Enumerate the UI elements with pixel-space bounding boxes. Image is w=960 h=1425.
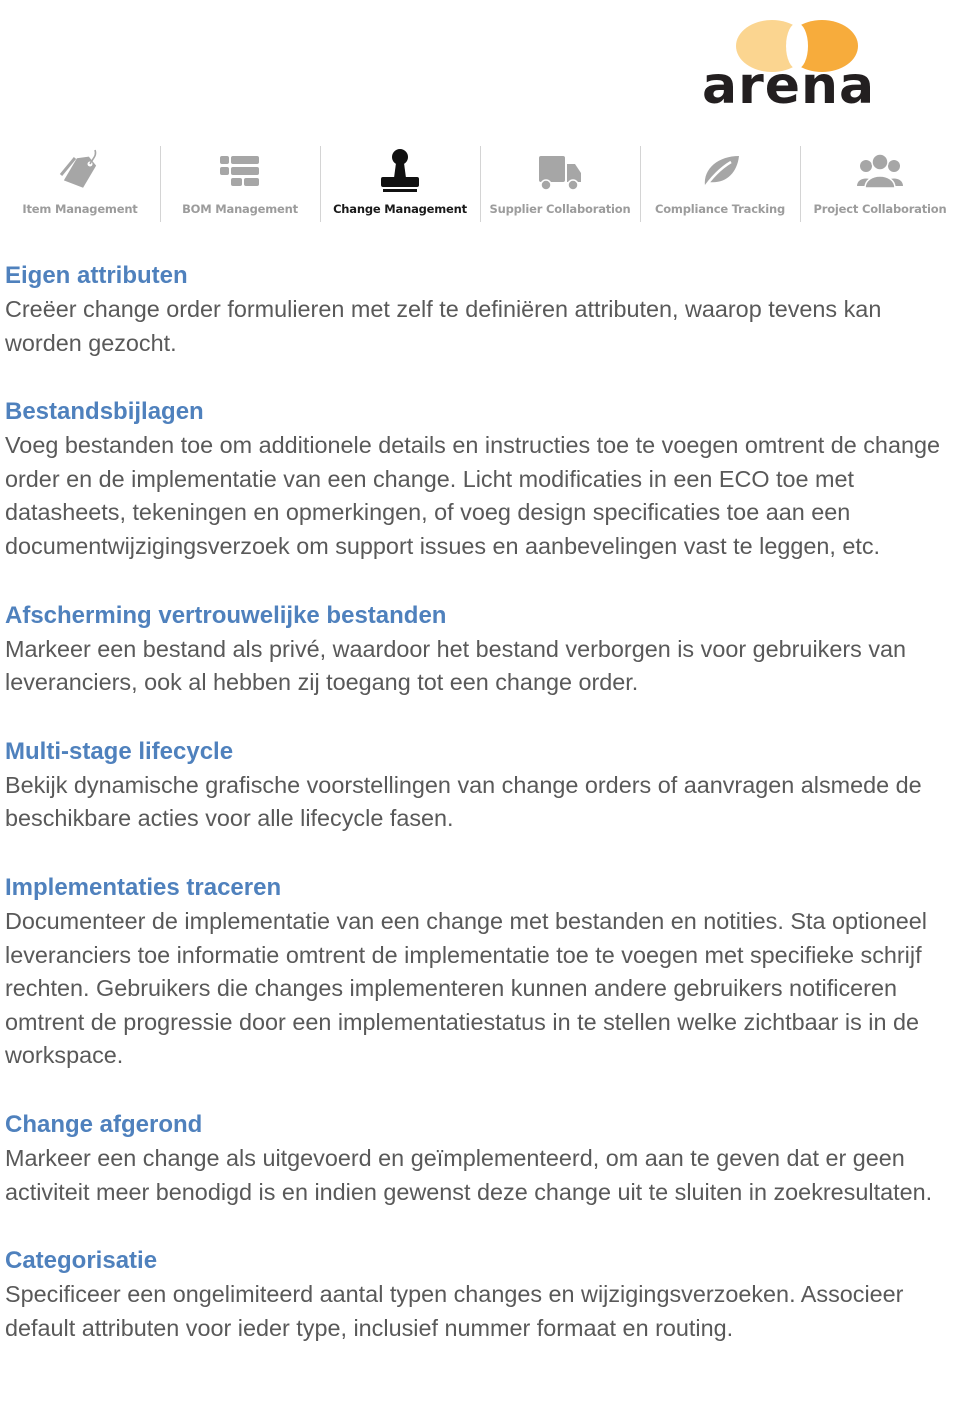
feature-section: Implementaties traceren Documenteer de i… bbox=[5, 871, 960, 1073]
nav-item-compliance-tracking[interactable]: Compliance Tracking bbox=[640, 140, 800, 225]
nav-label: Item Management bbox=[22, 202, 138, 216]
section-heading: Implementaties traceren bbox=[5, 873, 282, 901]
leaf-icon bbox=[701, 156, 739, 191]
nav-label: Project Collaboration bbox=[813, 202, 947, 216]
nav-item-project-collaboration[interactable]: Project Collaboration bbox=[800, 140, 960, 225]
bom-list-icon bbox=[220, 156, 259, 186]
section-body: Markeer een change als uitgevoerd en geï… bbox=[5, 1144, 933, 1205]
feature-section: Change afgerond Markeer een change als u… bbox=[5, 1108, 960, 1209]
nav-item-change-management[interactable]: Change Management bbox=[320, 140, 480, 225]
section-body: Markeer een bestand als privé, waardoor … bbox=[5, 635, 907, 696]
section-body: Voeg bestanden toe om additionele detail… bbox=[5, 432, 940, 559]
section-heading: Afscherming vertrouwelijke bestanden bbox=[5, 601, 447, 629]
feature-section: Multi-stage lifecycle Bekijk dynamische … bbox=[5, 735, 960, 836]
stamp-icon bbox=[381, 149, 419, 192]
feature-section: Afscherming vertrouwelijke bestanden Mar… bbox=[5, 599, 960, 700]
truck-icon bbox=[539, 156, 581, 191]
nav-label: Compliance Tracking bbox=[654, 202, 786, 216]
feature-section: Eigen attributen Creëer change order for… bbox=[5, 259, 960, 360]
feature-list: Eigen attributen Creëer change order for… bbox=[5, 259, 960, 1380]
users-icon bbox=[857, 153, 903, 189]
nav-item-supplier-collaboration[interactable]: Supplier Collaboration bbox=[480, 140, 640, 225]
section-heading: Eigen attributen bbox=[5, 262, 188, 289]
nav-item-item-management[interactable]: Item Management bbox=[0, 140, 160, 225]
feature-section: Categorisatie Specificeer een ongelimite… bbox=[5, 1244, 960, 1345]
section-body: Bekijk dynamische grafische voorstelling… bbox=[5, 771, 922, 832]
section-heading: Bestandsbijlagen bbox=[5, 398, 204, 426]
tag-icon bbox=[59, 149, 97, 188]
section-heading: Multi-stage lifecycle bbox=[5, 737, 234, 765]
section-heading: Change afgerond bbox=[5, 1110, 203, 1138]
section-body: Creëer change order formulieren met zelf… bbox=[5, 296, 882, 356]
product-nav: Item Management BOM Management Change Ma… bbox=[0, 140, 960, 225]
logo-wordmark: arena bbox=[702, 56, 876, 116]
section-body: Documenteer de implementatie van een cha… bbox=[5, 907, 927, 1069]
section-body: Specificeer een ongelimiteerd aantal typ… bbox=[5, 1281, 904, 1341]
feature-section: Bestandsbijlagen Voeg bestanden toe om a… bbox=[5, 395, 960, 563]
arena-logo: arena bbox=[700, 20, 895, 116]
nav-label: Supplier Collaboration bbox=[489, 202, 631, 216]
section-heading: Categorisatie bbox=[5, 1247, 158, 1275]
nav-label: Change Management bbox=[333, 202, 467, 216]
nav-item-bom-management[interactable]: BOM Management bbox=[160, 140, 320, 225]
nav-label: BOM Management bbox=[182, 202, 298, 216]
